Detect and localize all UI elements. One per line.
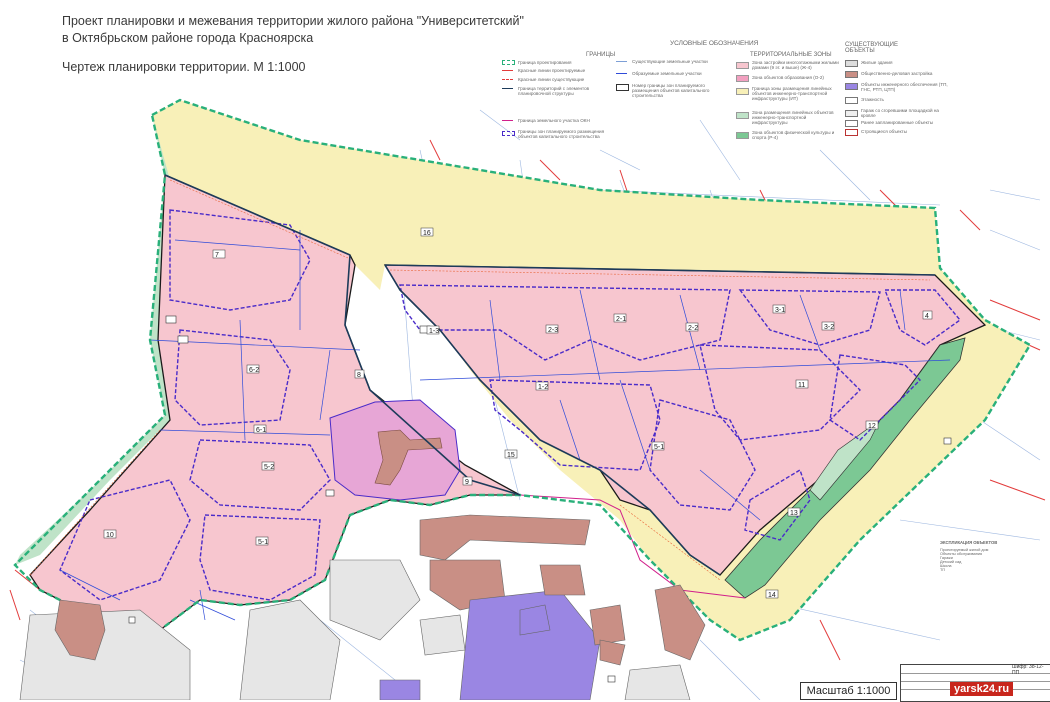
explication-title: ЭКСПЛИКАЦИЯ ОБЪЕКТОВ [940,540,998,545]
zone-label-3-2: 3-2 [824,324,834,331]
swatch-planned-objects [845,120,858,127]
swatch-zone-residential [736,62,749,69]
zone-label-1-3: 1-3 [429,328,439,335]
legend-col-boundaries: ГРАНИЦЫ [586,52,616,58]
swatch-zone-number [616,84,629,91]
map-legend: УСЛОВНЫЕ ОБОЗНАЧЕНИЯ ГРАНИЦЫ ТЕРРИТОРИАЛ… [500,40,948,170]
explication-row: ТП [940,568,946,572]
swatch-project-boundary [502,60,515,65]
zone-label-2-3: 2-3 [548,327,558,334]
swatch-red-existing [502,79,513,80]
swatch-existing-lots [616,61,627,62]
legend-item: Общественно-деловая застройка [861,71,933,76]
zone-label-13: 13 [790,510,798,517]
swatch-public-buildings [845,71,858,78]
swatch-red-planned [502,70,513,71]
swatch-under-construction [845,129,858,136]
zone-label-5-1-west: 5-1 [258,539,268,546]
legend-item: Ранее запланированные объекты [861,120,934,125]
swatch-element-boundary [502,88,513,89]
zone-label-6-1: 6-2 [249,367,259,374]
swatch-engineering [845,83,858,90]
swatch-zone-sport [736,132,749,139]
legend-item: Зона объектов образования (О-2) [752,75,824,80]
legend-item: Номер границы зон планируемого размещени… [632,83,710,98]
site-watermark: yarsk24.ru [950,682,1014,696]
legend-item: Граница зоны размещения линейных объекто… [752,86,832,101]
legend-item: Образуемые земельные участки [632,71,702,76]
zone-label-5-1-east: 5-1 [654,444,664,451]
zone-label-2-2: 2-2 [688,325,698,332]
zone-label-2-1: 2-1 [616,316,626,323]
swatch-new-lots [616,73,627,74]
legend-item: Граница земельного участка ОКН [518,118,590,123]
legend-item: Красные линии существующие [518,77,585,82]
swatch-okn-boundary [502,120,513,121]
zone-label-5-2: 5-2 [264,464,274,471]
legend-item: Зона размещения линейных объектов инжене… [752,110,834,125]
swatch-plan-zone [502,131,515,136]
zone-label-6-2: 6-1 [256,427,266,434]
legend-item: Зона объектов физической культуры и спор… [752,130,835,140]
legend-col-zones: ТЕРРИТОРИАЛЬНЫЕ ЗОНЫ [750,52,832,58]
legend-item: Красные линии проектируемые [518,68,586,73]
legend-item: Зона застройки многоэтажными жилыми дома… [752,60,839,70]
swatch-residential-buildings [845,60,858,67]
zone-label-10: 10 [106,532,114,539]
zone-label-8: 8 [357,372,361,379]
zone-label-1-2: 1-2 [538,384,548,391]
scale-label: Масштаб 1:1000 [800,682,897,700]
legend-heading: УСЛОВНЫЕ ОБОЗНАЧЕНИЯ [670,40,759,47]
zone-label-12: 12 [868,423,876,430]
legend-item: Гараж со сгоревшими площадкой на кровле [861,108,939,118]
swatch-zone-education [736,75,749,82]
explication-table: ЭКСПЛИКАЦИЯ ОБЪЕКТОВ Проектируемый жилой… [940,540,1035,640]
zone-label-7-1: 7 [215,252,219,259]
legend-item: Существующие земельные участки [632,59,708,64]
zone-label-3-1: 3-1 [775,307,785,314]
zone-label-14: 14 [768,592,776,599]
sheet-code: Шифр: 38-12-ПП [1012,664,1044,676]
swatch-zone-transport [736,88,749,95]
zone-label-4: 4 [925,313,929,320]
swatch-garage [845,110,858,117]
zone-label-15: 15 [507,452,515,459]
legend-col-existing: СУЩЕСТВУЮЩИЕ ОБЪЕКТЫ [845,42,898,54]
legend-item: Граница территорий с элементов планирово… [518,86,590,96]
zone-label-16: 16 [423,230,431,237]
zone-label-11: 11 [798,382,805,389]
swatch-zone-green [736,112,749,119]
legend-item: Жилые здания [861,60,893,65]
swatch-floors [845,97,858,104]
zone-label-9: 9 [465,479,469,486]
legend-item: Этажность [861,97,884,102]
legend-item: Границы зон планируемого размещения объе… [518,129,605,139]
legend-item: Объекты инженерного обеспечения (ТП, ГНС… [861,82,948,92]
legend-item: Строящиеся объекты [861,129,907,134]
legend-item: Граница проектирования [518,60,572,65]
